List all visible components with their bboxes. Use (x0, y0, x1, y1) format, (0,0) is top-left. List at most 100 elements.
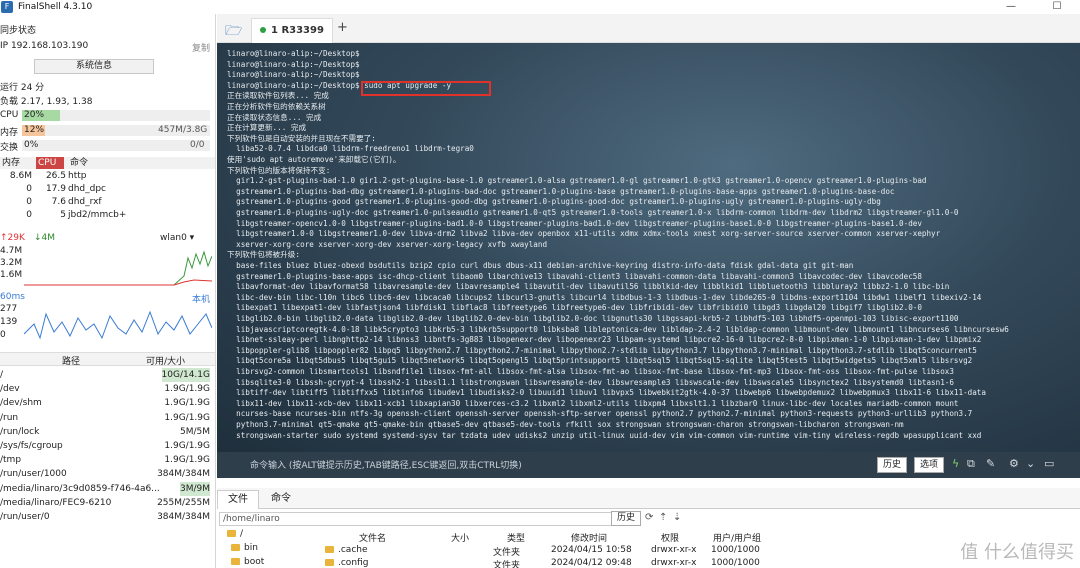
monitor-sidebar: 同步状态 IP 192.168.103.190 复制 系统信息 运行 24 分 … (0, 14, 216, 568)
file-mtime: 2024/04/15 10:58 (551, 545, 632, 555)
swap-meter (22, 140, 210, 151)
process-row[interactable]: 0 7.6 dhd_rxf (0, 197, 215, 209)
disk-row[interactable]: /media/linaro/3c9d0859-f746-4a6... 3M/9M (0, 481, 215, 496)
file-name-text: .cache (338, 545, 368, 555)
disk-row[interactable]: /run/user/1000 384M/384M (0, 467, 215, 481)
history-button[interactable]: 历史 (877, 457, 908, 473)
mem-value: 12% (24, 125, 45, 135)
tree-item-bin[interactable]: bin (231, 543, 258, 553)
terminal-line: linaro@linaro-alip:~/Desktop$ (227, 49, 360, 58)
folder-icon[interactable]: 🗁 (225, 20, 242, 44)
maximize-button[interactable]: ☐ (1034, 0, 1080, 14)
disk-row[interactable]: / 10G/14.1G (0, 368, 215, 382)
command-hint[interactable]: 命令输入 (按ALT键提示历史,TAB键路径,ESC键返回,双击CTRL切换) (250, 458, 522, 471)
disk-size: 3M/9M (179, 481, 210, 496)
tree-item-root[interactable]: / (227, 529, 243, 539)
terminal-line: libc-dev-bin libc-l10n libc6 libc6-dev l… (227, 292, 982, 302)
col-perm[interactable]: 权限 (661, 531, 679, 544)
file-mtime: 2024/04/12 09:48 (551, 558, 632, 568)
disk-size: 1.9G/1.9G (164, 398, 210, 409)
terminal-output[interactable]: linaro@linaro-alip:~/Desktop$ linaro@lina… (217, 43, 1080, 452)
disk-size: 1.9G/1.9G (164, 384, 210, 395)
add-tab-button[interactable]: + (337, 20, 348, 35)
disk-path: /dev (0, 384, 20, 395)
file-path-bar: /home/linaro 历史 ⟳ ⇡ ⇣ (217, 510, 1080, 528)
disk-row[interactable]: /sys/fs/cgroup 1.9G/1.9G (0, 439, 215, 453)
path-input[interactable]: /home/linaro (219, 512, 639, 526)
copy-icon[interactable]: ⧉ (967, 457, 975, 471)
net-scale-1: 4.7M (0, 246, 23, 256)
disk-row[interactable]: /media/linaro/FEC9-6210 255M/255M (0, 496, 215, 510)
bolt-icon[interactable]: ϟ (952, 457, 959, 470)
ip-address: IP 192.168.103.190 (0, 41, 89, 51)
process-row[interactable]: 0 5 jbd2/mmcb+ (0, 210, 215, 222)
folder-icon (227, 530, 236, 537)
scroll-down-icon[interactable]: ⌄ (1026, 457, 1035, 470)
lat-scale-1: 277 (0, 304, 18, 314)
highlighted-command-box (361, 81, 491, 96)
disk-path: / (0, 370, 4, 380)
tree-item-boot[interactable]: boot (231, 557, 264, 567)
disk-table-header: 路径 可用/大小 (0, 352, 215, 367)
disk-size: 1.9G/1.9G (164, 412, 210, 423)
proc-header-cpu[interactable]: CPU (36, 157, 64, 169)
system-info-button[interactable]: 系统信息 (34, 59, 154, 74)
disk-row[interactable]: /run/lock 5M/5M (0, 425, 215, 439)
disk-size: 10G/14.1G (161, 368, 210, 382)
command-input-bar[interactable]: 命令输入 (按ALT键提示历史,TAB键路径,ESC键返回,双击CTRL切换) … (217, 452, 1080, 478)
col-mtime[interactable]: 修改时间 (571, 531, 607, 544)
mem-total: 457M/3.8G (158, 125, 208, 135)
disk-header-path[interactable]: 路径 (62, 354, 80, 367)
terminal-line: gstreamer1.0-plugins-ugly-doc gstreamer1… (227, 208, 959, 217)
disk-row[interactable]: /dev/shm 1.9G/1.9G (0, 396, 215, 410)
col-size[interactable]: 大小 (451, 531, 469, 544)
process-row[interactable]: 0 17.9 dhd_dpc (0, 184, 215, 196)
disk-path: /run/user/0 (0, 512, 50, 522)
cpu-label: CPU (0, 110, 19, 120)
settings-icon[interactable]: ⚙ (1009, 457, 1019, 470)
terminal-line: libglib2.0-bin libglib2.0-data libglib2.… (227, 314, 959, 323)
download-icon[interactable]: ⇣ (673, 512, 681, 523)
col-owner[interactable]: 用户/用户组 (713, 531, 761, 544)
disk-row[interactable]: /run/user/0 384M/384M (0, 510, 215, 524)
terminal-line: gir1.2-gst-plugins-bad-1.0 gir1.2-gst-pl… (227, 176, 927, 186)
terminal-line: libnet-ssleay-perl libnghttp2-14 libnss3… (227, 335, 982, 345)
process-row[interactable]: 8.6M 26.5 http (0, 171, 215, 183)
process-cpu: 17.9 (45, 184, 66, 194)
copy-ip-link[interactable]: 复制 (192, 41, 210, 54)
net-interface-select[interactable]: wlan0 ▾ (160, 233, 194, 243)
connected-dot-icon (260, 27, 266, 33)
tab-files[interactable]: 文件 (217, 490, 259, 509)
tab-r33399[interactable]: 1 R33399 (251, 18, 333, 43)
file-perm: drwxr-xr-x (651, 545, 697, 555)
proc-header-cmd[interactable]: 命令 (68, 157, 88, 169)
col-filename[interactable]: 文件名 (359, 531, 386, 544)
file-perm: drwxr-xr-x (651, 558, 697, 568)
swap-label: 交换 (0, 143, 19, 153)
file-row[interactable]: .cache 文件夹 2024/04/15 10:58 drwxr-xr-x 1000/… (321, 545, 781, 558)
collapse-icon[interactable]: ▭ (1044, 457, 1054, 470)
folder-icon (325, 559, 334, 566)
disk-row[interactable]: /dev 1.9G/1.9G (0, 382, 215, 396)
options-button[interactable]: 选项 (914, 457, 945, 473)
proc-header-mem[interactable]: 内存 (0, 157, 35, 169)
path-history-button[interactable]: 历史 (611, 511, 642, 526)
upload-icon[interactable]: ⇡ (659, 512, 667, 523)
terminal-line: gstreamer1.0-plugins-good gstreamer1.0-p… (227, 197, 881, 207)
edit-icon[interactable]: ✎ (986, 457, 995, 470)
mem-label: 内存 (0, 128, 19, 138)
process-mem: 8.6M (9, 171, 32, 181)
app-icon: F (1, 1, 13, 13)
refresh-icon[interactable]: ⟳ (645, 512, 653, 523)
directory-tree: / bin boot (217, 529, 317, 568)
terminal-line: base-files bluez bluez-obexd bsdutils bz… (227, 261, 854, 270)
disk-header-size[interactable]: 可用/大小 (146, 354, 185, 367)
disk-row[interactable]: /tmp 1.9G/1.9G (0, 453, 215, 467)
disk-row[interactable]: /run 1.9G/1.9G (0, 411, 215, 425)
tab-commands[interactable]: 命令 (261, 490, 301, 509)
file-row[interactable]: .config 文件夹 2024/04/12 09:48 drwxr-xr-x 1000… (321, 558, 781, 568)
minimize-button[interactable]: — (988, 0, 1034, 14)
col-type[interactable]: 类型 (507, 531, 525, 544)
process-cpu: 7.6 (51, 197, 66, 207)
latency-label: 60ms (0, 292, 25, 302)
